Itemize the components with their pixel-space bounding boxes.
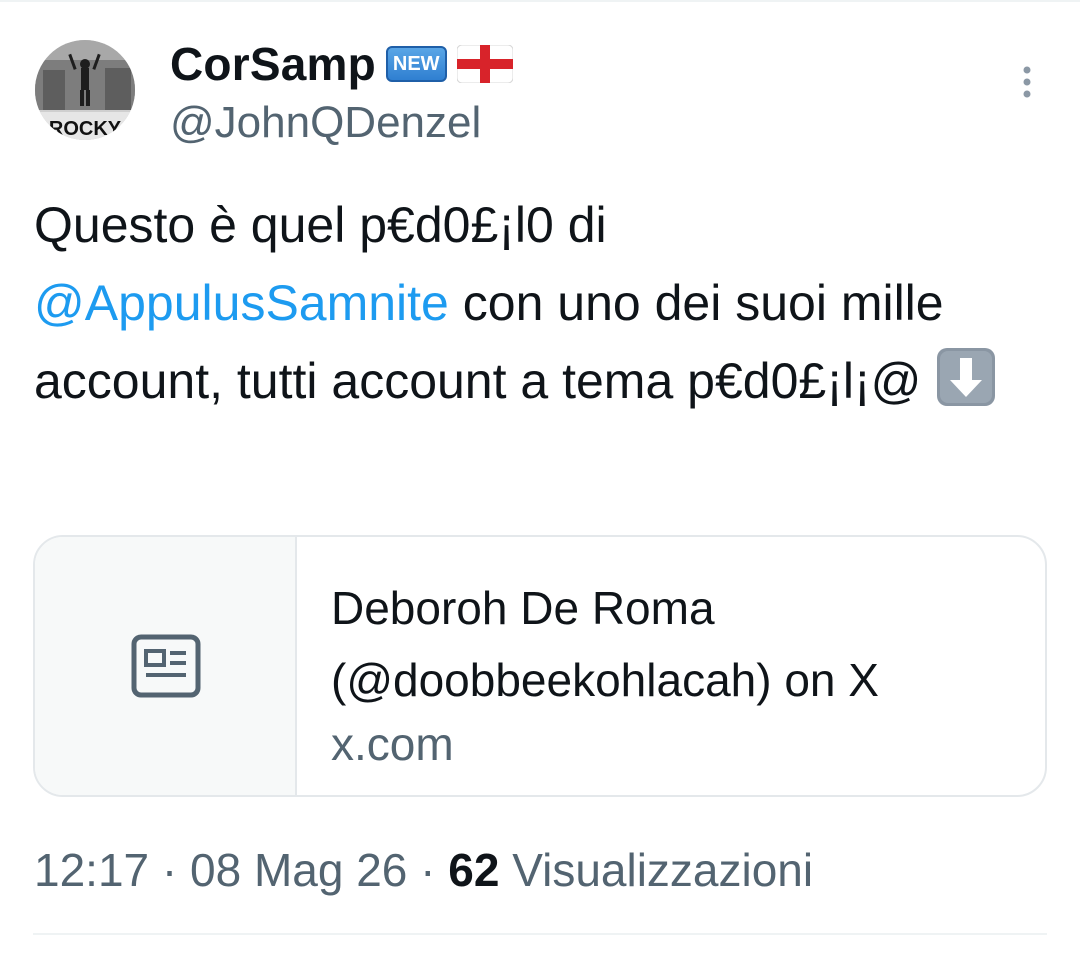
more-options-button[interactable] bbox=[1010, 62, 1044, 102]
views-label[interactable]: Visualizzazioni bbox=[499, 844, 813, 896]
tweet-text: Questo è quel p€d0£¡l0 di @AppulusSamnite… bbox=[34, 186, 1044, 420]
bottom-divider bbox=[33, 933, 1047, 935]
new-badge-icon: NEW bbox=[385, 46, 447, 82]
meta-separator: · bbox=[149, 844, 191, 896]
link-card-thumbnail bbox=[35, 537, 297, 795]
tweet-mention-link[interactable]: @AppulusSamnite bbox=[34, 275, 449, 331]
link-card-title: Deboroh De Roma (@doobbeekohlacah) on X bbox=[331, 582, 879, 706]
article-icon bbox=[131, 634, 201, 698]
england-flag-icon bbox=[456, 45, 513, 83]
author-name-row: CorSamp NEW bbox=[170, 36, 513, 92]
author-display-name[interactable]: CorSamp bbox=[170, 37, 376, 91]
link-card-domain: x.com bbox=[331, 718, 454, 770]
tweet-date[interactable]: 08 Mag 26 bbox=[190, 844, 407, 896]
more-vertical-icon bbox=[1023, 66, 1031, 98]
views-count[interactable]: 62 bbox=[448, 844, 499, 896]
meta-separator: · bbox=[407, 844, 449, 896]
tweet-text-part1: Questo è quel p€d0£¡l0 di bbox=[34, 197, 607, 253]
avatar[interactable]: ROCKY bbox=[35, 40, 135, 140]
tweet-meta: 12:17 · 08 Mag 26 · 62 Visualizzazioni bbox=[34, 843, 813, 897]
tweet-time[interactable]: 12:17 bbox=[34, 844, 149, 896]
author-handle[interactable]: @JohnQDenzel bbox=[170, 98, 481, 148]
top-divider bbox=[0, 0, 1080, 2]
avatar-text: ROCKY bbox=[49, 118, 122, 140]
avatar-image: ROCKY bbox=[35, 40, 135, 140]
down-arrow-emoji-icon bbox=[937, 348, 996, 406]
link-card[interactable]: Deboroh De Roma (@doobbeekohlacah) on X … bbox=[33, 535, 1047, 797]
